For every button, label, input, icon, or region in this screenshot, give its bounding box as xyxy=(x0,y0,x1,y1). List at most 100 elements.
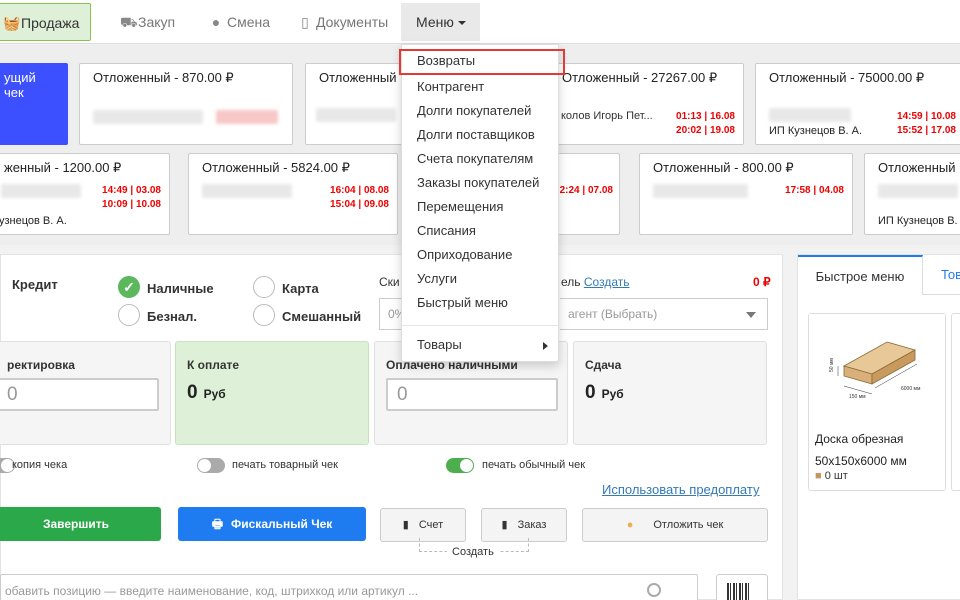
counterparty-select[interactable]: агент (Выбрать) xyxy=(560,298,768,330)
use-prepayment-link[interactable]: Использовать предоплату xyxy=(602,482,759,497)
card-time-1: 01:13 | 16.08 xyxy=(676,111,735,122)
fiscal-check-label: Фискальный Чек xyxy=(231,517,333,531)
payment-mixed-radio[interactable] xyxy=(253,304,275,326)
fiscal-check-button[interactable]: 🖶 Фискальный Чек xyxy=(178,507,366,541)
payment-card-label[interactable]: Карта xyxy=(282,281,319,296)
card-times: 14:49 | 03.08 10:09 | 10.08 xyxy=(102,184,161,212)
deferred-card[interactable]: женный - 1200.00 ₽ 14:49 | 03.08 10:09 |… xyxy=(0,153,170,235)
tab-goods[interactable]: Тов xyxy=(941,255,960,295)
print-normal-toggle[interactable] xyxy=(446,458,474,473)
dolly-icon: ⛟ xyxy=(120,14,138,30)
counterparty-amount: 0 ₽ xyxy=(753,275,771,289)
nav-smena-label: Смена xyxy=(227,14,271,30)
deferred-card[interactable]: Отложенный ИП Кузнецов В. А. xyxy=(864,153,960,235)
create-counterparty-link[interactable]: Создать xyxy=(584,275,630,289)
to-pay-value: 0 Руб xyxy=(187,382,226,404)
card-time-1: 2:24 | 07.08 xyxy=(559,185,613,196)
deferred-card[interactable]: Отложенный xyxy=(305,63,405,145)
nav-smena-tab[interactable]: ● Смена xyxy=(209,3,270,41)
product-image: 150 мм 6000 мм 50 мм xyxy=(809,314,945,420)
card-owner: ИП Кузнецов В. А. xyxy=(769,125,863,137)
menu-item-supplier-debts[interactable]: Долги поставщиков xyxy=(402,123,560,147)
card-title: женный - 1200.00 ₽ xyxy=(4,160,122,175)
menu-item-services[interactable]: Услуги xyxy=(402,267,560,291)
defer-check-button[interactable]: ● Отложить чек xyxy=(582,508,768,542)
card-time-1: 14:49 | 03.08 xyxy=(102,185,161,196)
card-time-1: 16:04 | 08.08 xyxy=(330,185,389,196)
chevron-right-icon xyxy=(543,342,548,350)
menu-item-transfers[interactable]: Перемещения xyxy=(402,195,560,219)
menu-item-quick-menu[interactable]: Быстрый меню xyxy=(402,291,560,315)
to-pay-amount: 0 xyxy=(187,382,198,403)
deferred-card[interactable]: Отложенный - 800.00 ₽ 17:58 | 04.08 xyxy=(639,153,853,235)
add-position-search-input[interactable]: обавить позицию — введите наименование, … xyxy=(0,574,698,600)
nav-menu-label: Меню xyxy=(416,14,454,30)
card-times: 16:04 | 08.08 15:04 | 09.08 xyxy=(330,184,389,212)
blurred-text xyxy=(769,108,851,122)
nav-menu-dropdown[interactable]: Меню xyxy=(401,3,480,41)
menu-item-customer-debts[interactable]: Долги покупателей xyxy=(402,99,560,123)
card-title: Отложенный - 800.00 ₽ xyxy=(653,160,794,175)
product-name: Доска обрезная 50x150x6000 мм xyxy=(815,428,945,472)
caret-down-icon xyxy=(457,21,466,26)
blurred-text xyxy=(653,184,748,198)
product-card[interactable]: 150 мм 6000 мм 50 мм Доска обрезная 50x1… xyxy=(808,313,946,491)
dim-length: 6000 мм xyxy=(901,386,921,392)
payment-cash-label[interactable]: Наличные xyxy=(147,281,214,296)
menu-item-receipts[interactable]: Оприходование xyxy=(402,243,560,267)
document-icon: ▮ xyxy=(402,519,409,531)
product-stock: ■ 0 шт xyxy=(815,470,848,482)
payment-card-radio[interactable] xyxy=(253,276,275,298)
payment-noncash-label[interactable]: Безнал. xyxy=(147,309,197,324)
current-check-card[interactable]: ущий чек xyxy=(0,63,68,145)
chevron-down-icon xyxy=(746,312,756,318)
blurred-text xyxy=(93,110,203,124)
card-time-1: 14:59 | 10.08 xyxy=(897,111,956,122)
document-icon: ▮ xyxy=(501,519,508,531)
payment-cash-radio[interactable]: ✓ xyxy=(118,276,140,298)
deferred-card[interactable]: Отложенный - 5824.00 ₽ 16:04 | 08.08 15:… xyxy=(188,153,398,235)
card-time-1: 17:58 | 04.08 xyxy=(785,185,844,196)
defer-check-label: Отложить чек xyxy=(653,519,724,531)
nav-sale-label: Продажа xyxy=(21,15,80,31)
menu-item-customer-orders[interactable]: Заказы покупателей xyxy=(402,171,560,195)
barcode-scan-button[interactable] xyxy=(716,574,768,600)
tab-quick-menu[interactable]: Быстрое меню xyxy=(798,255,923,295)
card-title: Отложенный xyxy=(878,160,956,175)
checkout-panel: Кредит ✓ Наличные Карта Безнал. Смешанны… xyxy=(0,254,783,600)
menu-item-goods[interactable]: Товары xyxy=(402,333,560,357)
nav-zakup-tab[interactable]: ⛟Закуп xyxy=(120,3,175,41)
deferred-card[interactable]: Отложенный - 75000.00 ₽ 14:59 | 10.08 15… xyxy=(755,63,960,145)
search-icon xyxy=(647,583,661,597)
print-goods-toggle[interactable] xyxy=(197,458,225,473)
change-amount: 0 xyxy=(585,382,596,403)
card-time-2: 10:09 | 10.08 xyxy=(102,199,161,210)
counterparty-placeholder: агент (Выбрать) xyxy=(568,307,658,321)
order-button[interactable]: ▮ Заказ xyxy=(481,508,567,542)
payment-mixed-label[interactable]: Смешанный xyxy=(282,309,361,324)
invoice-button[interactable]: ▮ Счет xyxy=(380,508,466,542)
correction-input[interactable]: 0 xyxy=(0,378,159,411)
deferred-card[interactable]: Отложенный - 870.00 ₽ xyxy=(79,63,293,145)
counterparty-label: ель Создать xyxy=(561,275,629,289)
printer-icon: 🖶 xyxy=(211,517,224,531)
menu-dropdown: Возвраты Контрагент Долги покупателей До… xyxy=(399,44,565,362)
menu-item-counterparty[interactable]: Контрагент xyxy=(402,75,560,99)
product-card[interactable] xyxy=(951,313,960,491)
menu-item-goods-label: Товары xyxy=(417,337,462,352)
nav-documents-tab[interactable]: ▯ Документы xyxy=(298,3,388,41)
deferred-card[interactable]: Отложенный - 27267.00 ₽ колов Игорь Пет.… xyxy=(530,63,744,145)
finish-button[interactable]: Завершить xyxy=(0,507,161,541)
payment-noncash-radio[interactable] xyxy=(118,304,140,326)
nav-sale-tab[interactable]: 🧺Продажа xyxy=(0,3,91,41)
invoice-label: Счет xyxy=(418,519,444,531)
menu-item-returns[interactable]: Возвраты xyxy=(399,49,565,75)
menu-item-write-offs[interactable]: Списания xyxy=(402,219,560,243)
menu-item-customer-invoices[interactable]: Счета покупателям xyxy=(402,147,560,171)
card-customer: колов Игорь Пет... xyxy=(561,110,653,122)
clock-icon: ● xyxy=(626,519,634,531)
paid-cash-input[interactable]: 0 xyxy=(386,378,558,411)
toggle-knob xyxy=(198,459,211,472)
payment-credit-label[interactable]: Кредит xyxy=(12,277,58,292)
top-nav: 🧺Продажа ⛟Закуп ● Смена ▯ Документы Меню xyxy=(0,0,960,44)
